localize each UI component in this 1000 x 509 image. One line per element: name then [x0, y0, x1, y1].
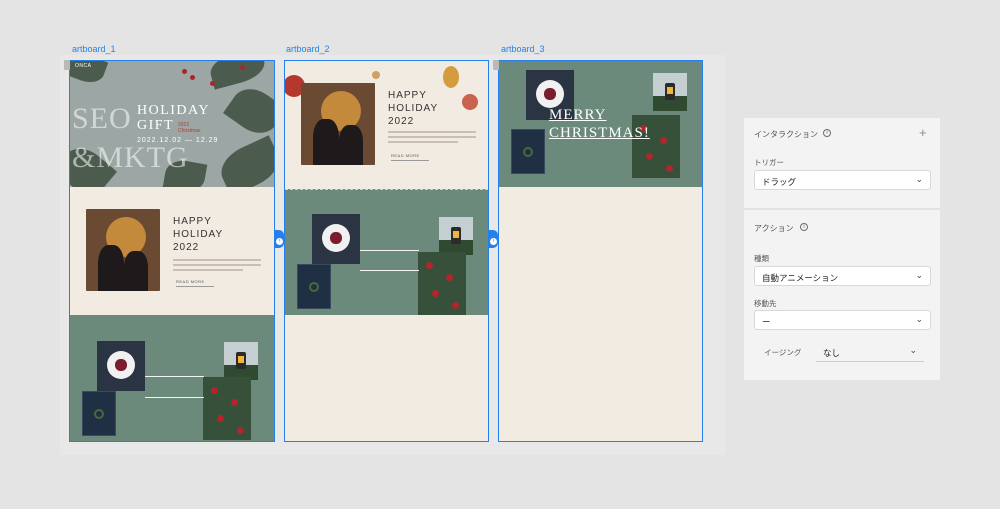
couple-photo	[86, 209, 160, 291]
easing-label: イージング	[764, 348, 802, 357]
easing-value: なし	[823, 348, 841, 358]
artboard-3-corner-handle[interactable]	[493, 60, 499, 70]
interaction-panel: インタラクション i + トリガー ドラッグ ⌄ アクション i 種類 自動アニ…	[744, 118, 940, 380]
interaction-section-title: インタラクション	[754, 130, 818, 139]
chevron-down-icon: ⌄	[909, 345, 917, 355]
artboard-2[interactable]: HAPPY HOLIDAY 2022 READ MORE	[284, 60, 489, 442]
hero-brand: ONCA	[75, 63, 92, 69]
card-image	[297, 264, 331, 309]
card-image	[511, 129, 545, 174]
lamp-image	[653, 73, 687, 111]
artboard-1-label[interactable]: artboard_1	[72, 44, 116, 54]
hero-image: ONCA SEO &MKTG HOLIDAY GIFT 2022 Christmas …	[70, 61, 274, 187]
chevron-down-icon: ⌄	[915, 270, 923, 280]
interaction-wire-handle[interactable]: ›	[489, 230, 498, 248]
type-label: 種類	[754, 254, 769, 263]
lamp-image	[439, 217, 473, 255]
type-value: 自動アニメーション	[762, 273, 839, 283]
trigger-value: ドラッグ	[762, 177, 797, 187]
destination-value: ー	[762, 317, 771, 327]
arrow-right-icon: ›	[490, 238, 497, 245]
trigger-label: トリガー	[754, 158, 784, 167]
artboard-3-label[interactable]: artboard_3	[501, 44, 545, 54]
gold-ornament-icon	[443, 66, 459, 88]
holiday-body-text	[173, 259, 261, 274]
artboard-1-corner-handle[interactable]	[64, 60, 70, 70]
easing-dropdown[interactable]: なし ⌄	[816, 342, 924, 362]
merry-christmas-title: MERRY CHRISTMAS!	[549, 107, 650, 141]
hero-subtitle: 2022 Christmas	[178, 122, 201, 134]
gold-ornament-icon	[372, 71, 380, 79]
gallery-section	[285, 189, 488, 315]
chevron-down-icon: ⌄	[915, 314, 923, 324]
read-more-link[interactable]: READ MORE	[176, 279, 214, 287]
info-icon[interactable]: i	[800, 223, 808, 231]
holiday-title: HAPPY HOLIDAY 2022	[173, 216, 224, 253]
plate-image	[312, 214, 360, 264]
artboard-3[interactable]: MERRY CHRISTMAS!	[498, 60, 703, 442]
red-ornament-icon	[462, 94, 478, 110]
add-interaction-icon[interactable]: +	[919, 126, 927, 139]
holiday-section: HAPPY HOLIDAY 2022 READ MORE	[70, 187, 274, 315]
gallery-section	[70, 315, 274, 441]
info-icon[interactable]: i	[823, 129, 831, 137]
merry-christmas-hero: MERRY CHRISTMAS!	[499, 61, 702, 187]
type-dropdown[interactable]: 自動アニメーション ⌄	[754, 266, 931, 286]
destination-label: 移動先	[754, 299, 777, 308]
chevron-down-icon: ⌄	[915, 174, 923, 184]
hero-dates: 2022.12.02 — 12.29	[137, 137, 219, 144]
action-section-title: アクション	[754, 224, 794, 233]
tree-image	[418, 252, 466, 315]
artboard-2-label[interactable]: artboard_2	[286, 44, 330, 54]
holiday-section-2: HAPPY HOLIDAY 2022 READ MORE	[285, 61, 488, 189]
card-image	[82, 391, 116, 436]
tree-image	[203, 377, 251, 440]
lamp-image	[224, 342, 258, 380]
artboard-1[interactable]: ONCA SEO &MKTG HOLIDAY GIFT 2022 Christmas …	[69, 60, 275, 442]
read-more-link[interactable]: READ MORE	[391, 153, 429, 161]
holiday-title: HAPPY HOLIDAY 2022	[388, 90, 439, 127]
plate-image	[97, 341, 145, 391]
arrow-right-icon: ›	[276, 238, 283, 245]
interaction-wire-handle[interactable]: ›	[275, 230, 284, 248]
couple-photo	[301, 83, 375, 165]
holiday-body-text	[388, 131, 476, 146]
destination-dropdown[interactable]: ー ⌄	[754, 310, 931, 330]
trigger-dropdown[interactable]: ドラッグ ⌄	[754, 170, 931, 190]
